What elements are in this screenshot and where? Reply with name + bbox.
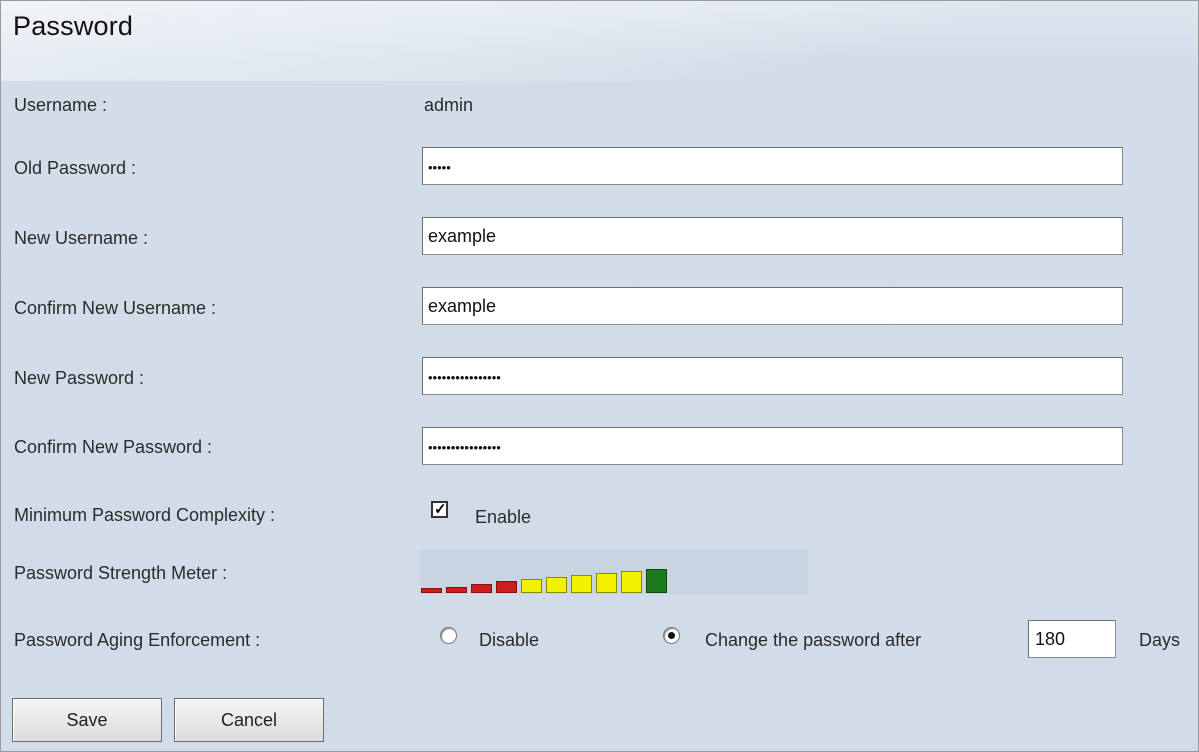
new-password-field[interactable]: •••••••••••••••• [422,357,1123,395]
checkmark-icon: ✓ [434,501,447,518]
radio-selected-dot [668,632,675,639]
confirm-new-username-label: Confirm New Username : [14,298,217,318]
strength-meter [420,550,808,594]
new-password-label: New Password : [14,368,145,388]
old-password-field[interactable]: ••••• [422,147,1123,185]
username-label: Username : [14,95,108,115]
confirm-new-password-field[interactable]: •••••••••••••••• [422,427,1123,465]
strength-meter-segment [521,579,542,593]
old-password-value: ••••• [428,160,451,175]
new-password-value: •••••••••••••••• [428,370,501,385]
confirm-new-username-field[interactable]: example [422,287,1123,325]
aging-days-unit: Days [1139,630,1181,650]
min-complexity-checkbox[interactable]: ✓ [431,501,448,518]
min-complexity-enable-label: Enable [475,507,532,527]
aging-change-radio[interactable] [663,627,680,644]
strength-meter-segment [496,581,517,593]
old-password-label: Old Password : [14,158,137,178]
aging-label: Password Aging Enforcement : [14,630,261,650]
strength-meter-segment [596,573,617,593]
save-button[interactable]: Save [12,698,162,742]
strength-meter-segment [646,569,667,593]
aging-days-input[interactable]: 180 [1028,620,1116,658]
username-value: admin [424,95,474,115]
strength-meter-segment [421,588,442,593]
aging-disable-radio[interactable] [440,627,457,644]
password-panel: Password Username : admin Old Password :… [0,0,1199,752]
strength-meter-segment [621,571,642,593]
new-username-field[interactable]: example [422,217,1123,255]
min-complexity-label: Minimum Password Complexity : [14,505,276,525]
strength-meter-segment [471,584,492,593]
strength-meter-label: Password Strength Meter : [14,563,228,583]
confirm-new-password-value: •••••••••••••••• [428,440,501,455]
aging-change-label: Change the password after [705,630,922,650]
strength-meter-segment [571,575,592,593]
cancel-button[interactable]: Cancel [174,698,324,742]
confirm-new-password-label: Confirm New Password : [14,437,213,457]
new-username-label: New Username : [14,228,149,248]
aging-disable-label: Disable [479,630,540,650]
strength-meter-segment [446,587,467,593]
strength-meter-segment [546,577,567,593]
page-title: Password [13,11,134,41]
